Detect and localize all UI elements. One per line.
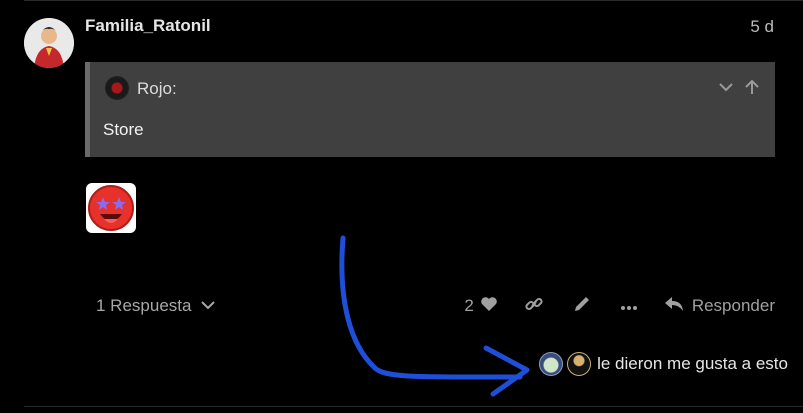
liker-avatar[interactable] [539, 352, 564, 376]
liker-avatar[interactable] [567, 352, 592, 376]
bottom-divider [24, 406, 803, 407]
liked-by-row: le dieron me gusta a esto [539, 352, 788, 376]
liked-by-text: le dieron me gusta a esto [597, 354, 788, 373]
